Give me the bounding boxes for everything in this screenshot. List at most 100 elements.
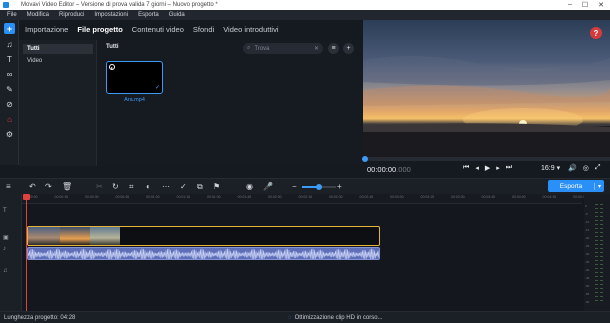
cut-icon[interactable]: ✂ xyxy=(96,182,103,191)
media-filename: Ara.mp4 xyxy=(124,97,145,103)
music-track-icon[interactable]: ♫ xyxy=(3,268,8,274)
video-clip[interactable] xyxy=(27,226,380,246)
category-video[interactable]: Video xyxy=(23,56,93,66)
close-button[interactable]: ✕ xyxy=(598,1,604,9)
overlay-icon[interactable]: ⧉ xyxy=(197,182,203,192)
clip-frame xyxy=(90,227,120,245)
undo-icon[interactable]: ↶ xyxy=(29,182,36,191)
import-tabs: Importazione File progetto Contenuti vid… xyxy=(19,20,362,38)
category-tutti[interactable]: Tutti xyxy=(23,44,93,54)
meter-left xyxy=(595,204,598,304)
audio-mute-icon[interactable]: ♪ xyxy=(3,246,6,252)
checkmark-icon: ✓ xyxy=(154,85,160,91)
meter-label: -10 xyxy=(585,220,590,224)
step-forward-icon[interactable]: ▸ xyxy=(496,164,500,172)
ruler-tick: 00:02:15 xyxy=(298,195,313,199)
zoom-in-icon[interactable]: + xyxy=(337,182,342,191)
tab-video-introduttivi[interactable]: Video introduttivi xyxy=(223,25,278,34)
zoom-slider[interactable] xyxy=(302,184,336,190)
clear-search-icon[interactable]: ✕ xyxy=(314,45,319,52)
redo-icon[interactable]: ↷ xyxy=(45,182,52,191)
audio-waveform[interactable] xyxy=(27,247,380,260)
menu-impostazioni[interactable]: Impostazioni xyxy=(94,12,128,18)
fullscreen-icon[interactable]: ⤢ xyxy=(595,164,601,172)
video-track-icon[interactable]: ▣ xyxy=(3,234,9,241)
music-note-icon[interactable]: ♫ xyxy=(4,39,15,50)
snapshot-icon[interactable]: ◎ xyxy=(583,164,589,172)
stickers-icon[interactable]: ⌂ xyxy=(4,114,15,125)
add-media-button[interactable]: + xyxy=(4,23,15,34)
tab-contenuti-video[interactable]: Contenuti video xyxy=(132,25,184,34)
tab-sfondi[interactable]: Sfondi xyxy=(193,25,214,34)
volume-icon[interactable]: 🔊 xyxy=(568,164,577,172)
clip-frame xyxy=(60,227,90,245)
menu-riproduci[interactable]: Riproduci xyxy=(59,12,84,18)
delete-icon[interactable]: 🗑 xyxy=(62,182,72,191)
ruler-tick: 00:01:45 xyxy=(237,195,252,199)
aspect-ratio-select[interactable]: 16:9 ▾ xyxy=(541,164,560,172)
maximize-button[interactable]: ☐ xyxy=(582,1,588,9)
timecode: 00:00:00.000 xyxy=(367,165,411,174)
optimization-text: Ottimizzazione clip HD in corso... xyxy=(294,315,383,321)
ruler-tick: 00:00:30 xyxy=(85,195,99,199)
media-thumbnail[interactable]: ▸ ✓ xyxy=(106,61,163,94)
menu-esporta[interactable]: Esporta xyxy=(138,12,159,18)
time-ruler[interactable]: 00:00:00 00:00:15 00:00:30 00:00:45 00:01:00… xyxy=(22,194,587,204)
ruler-tick: 00:02:45 xyxy=(359,195,374,199)
search-input[interactable]: ⌕ Trova ✕ xyxy=(243,43,323,54)
sort-button[interactable]: ≡ xyxy=(328,43,339,54)
status-bar: Lunghezza progetto: 04:28 ◌ Ottimizzazion… xyxy=(0,311,610,323)
skip-end-icon[interactable]: ⏭ xyxy=(506,164,512,172)
color-adjust-icon[interactable]: ◐ xyxy=(146,182,151,191)
ruler-tick: 00:02:30 xyxy=(329,195,343,199)
video-preview[interactable] xyxy=(363,20,610,157)
magic-wand-icon[interactable]: ✎ xyxy=(4,84,15,95)
tab-importazione[interactable]: Importazione xyxy=(25,25,68,34)
titles-icon[interactable]: T xyxy=(4,54,15,65)
meter-label: -55 xyxy=(585,292,590,296)
meter-label: 0 xyxy=(585,204,587,208)
skip-start-icon[interactable]: ⏮ xyxy=(463,164,469,172)
flag-icon[interactable]: ⚑ xyxy=(213,182,220,191)
export-dropdown-icon[interactable]: ▾ xyxy=(594,182,604,190)
zoom-slider-handle[interactable] xyxy=(316,184,322,190)
playhead[interactable] xyxy=(26,195,27,311)
wand-icon[interactable]: ✓ xyxy=(180,182,187,191)
title-bar: Movavi Video Editor – Versione di prova … xyxy=(0,0,610,10)
help-button[interactable]: ? xyxy=(590,27,602,39)
add-file-button[interactable]: + xyxy=(343,43,354,54)
clip-properties-icon[interactable]: ⋯ xyxy=(162,182,170,191)
play-icon[interactable]: ▶ xyxy=(485,164,490,172)
project-files-panel xyxy=(98,40,362,166)
minimize-button[interactable]: – xyxy=(568,1,572,9)
ruler-tick: 00:02:00 xyxy=(268,195,282,199)
track-settings-icon[interactable]: ≡ xyxy=(6,182,11,191)
menu-guida[interactable]: Guida xyxy=(169,12,185,18)
meter-label: -45 xyxy=(585,276,590,280)
menu-modifica[interactable]: Modifica xyxy=(27,12,49,18)
ruler-tick: 00:03:15 xyxy=(420,195,435,199)
transitions-icon[interactable]: ∞ xyxy=(4,69,15,80)
meter-label: -50 xyxy=(585,284,590,288)
filters-icon[interactable]: ⊘ xyxy=(4,99,15,110)
ruler-tick: 00:00:15 xyxy=(54,195,69,199)
title-track-icon[interactable]: T xyxy=(3,208,7,214)
tab-file-progetto[interactable]: File progetto xyxy=(77,25,122,34)
export-button[interactable]: Esporta ▾ xyxy=(548,180,604,192)
crop-icon[interactable]: ⌗ xyxy=(129,182,134,192)
optimization-status: ◌ Ottimizzazione clip HD in corso... xyxy=(288,315,383,321)
step-back-icon[interactable]: ◂ xyxy=(475,164,479,172)
more-tools-icon[interactable]: ⚙ xyxy=(4,129,15,140)
sunset-preview-image xyxy=(363,56,610,157)
ruler-tick: 00:03:45 xyxy=(481,195,496,199)
menu-file[interactable]: File xyxy=(7,12,17,18)
marker-icon[interactable]: ◉ xyxy=(246,182,253,191)
audio-meters: 0 -5 -10 -15 -20 -25 -30 -35 -40 -45 -50 -55 -60 xyxy=(584,194,610,311)
rotate-icon[interactable]: ↻ xyxy=(112,182,119,191)
project-length: Lunghezza progetto: 04:28 xyxy=(4,315,76,321)
ruler-tick: 00:04:15 xyxy=(542,195,557,199)
ruler-tick: 00:01:15 xyxy=(176,195,191,199)
video-file-icon: ▸ xyxy=(109,64,115,70)
microphone-icon[interactable]: 🎤 xyxy=(263,182,273,191)
zoom-out-icon[interactable]: − xyxy=(292,182,297,191)
